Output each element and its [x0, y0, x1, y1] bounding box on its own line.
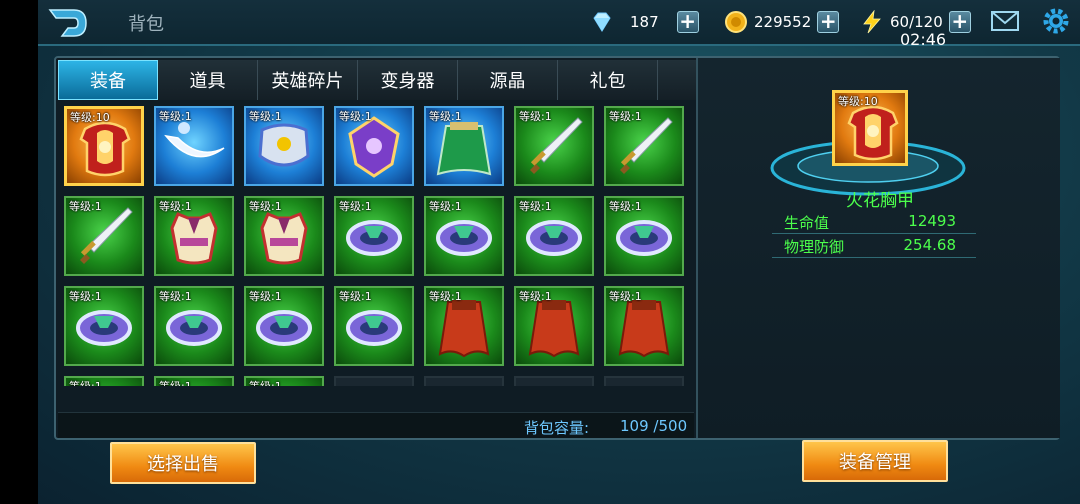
stat-label: 物理防御	[784, 238, 845, 256]
slot-level-label: 等级:1	[249, 378, 282, 386]
inventory-slot[interactable]: 等级:1	[424, 196, 504, 276]
tab-equipment[interactable]: 装备	[58, 60, 158, 100]
slot-level-label: 等级:1	[339, 290, 372, 303]
inventory-slot[interactable]: 等级:1	[64, 196, 144, 276]
selected-item-name: 火花胸甲	[846, 191, 914, 211]
stat-label: 生命值	[784, 214, 830, 232]
inventory-slot[interactable]: 等级:1	[334, 286, 414, 366]
add-diamonds-button[interactable]: +	[676, 11, 699, 33]
gold-counter: 229552 +	[724, 9, 840, 35]
stat-row-defense: 物理防御 254.68	[772, 234, 976, 258]
add-gold-button[interactable]: +	[817, 11, 840, 33]
back-button[interactable]	[46, 6, 90, 40]
item-detail-panel: 等级:10 火花胸甲 生命值 12493 物理防御 254.68	[696, 58, 1060, 438]
tab-gift-pack[interactable]: 礼包	[558, 60, 658, 100]
stat-value: 12493	[908, 212, 956, 230]
inventory-slot[interactable]: 等级:1	[604, 286, 684, 366]
add-energy-button[interactable]: +	[948, 11, 971, 33]
inventory-slot[interactable]: 等级:1	[604, 196, 684, 276]
lightning-icon	[860, 10, 884, 34]
selected-item-icon: 等级:10	[832, 90, 908, 166]
clock-readout: 02:46	[900, 30, 947, 49]
diamond-icon	[590, 10, 614, 34]
inventory-slot[interactable]	[514, 376, 594, 386]
mail-icon[interactable]	[990, 10, 1020, 32]
slot-level-label: 等级:1	[159, 290, 192, 303]
page-title: 背包	[128, 14, 164, 35]
slot-level-label: 等级:1	[159, 110, 192, 123]
inventory-grid: 等级:10 等级:1 等级:1 等级:1 等级:1 等级:1 等级:1 等级:1 等级:1 等级:…	[64, 106, 684, 386]
stat-value: 254.68	[903, 236, 957, 254]
slot-level-label: 等级:1	[69, 290, 102, 303]
slot-level-label: 等级:1	[609, 110, 642, 123]
inventory-slot[interactable]: 等级:10	[64, 106, 144, 186]
tab-hero-shards[interactable]: 英雄碎片	[258, 60, 358, 100]
selected-item-level: 等级:10	[838, 95, 878, 108]
capacity-value: 109 /500	[620, 417, 687, 435]
inventory-slot[interactable]: 等级:1	[424, 286, 504, 366]
slot-level-label: 等级:1	[249, 110, 282, 123]
tab-transformer[interactable]: 变身器	[358, 60, 458, 100]
slot-level-label: 等级:1	[339, 200, 372, 213]
category-tabs: 装备 道具 英雄碎片 变身器 源晶 礼包	[58, 60, 696, 100]
inventory-slot[interactable]: 等级:1	[514, 196, 594, 276]
inventory-slot[interactable]: 等级:1	[244, 376, 324, 386]
diamond-value: 187	[630, 13, 659, 31]
inventory-slot[interactable]: 等级:1	[424, 106, 504, 186]
inventory-slot[interactable]: 等级:1	[154, 286, 234, 366]
select-sell-button[interactable]: 选择出售	[110, 442, 256, 484]
slot-level-label: 等级:1	[159, 200, 192, 213]
tab-source-crystal[interactable]: 源晶	[458, 60, 558, 100]
slot-level-label: 等级:1	[69, 200, 102, 213]
gold-value: 229552	[754, 13, 812, 31]
inventory-slot[interactable]	[604, 376, 684, 386]
slot-level-label: 等级:1	[429, 110, 462, 123]
inventory-slot[interactable]	[424, 376, 504, 386]
inventory-slot[interactable]: 等级:1	[154, 376, 234, 386]
stat-row-hp: 生命值 12493	[772, 210, 976, 234]
inventory-slot[interactable]: 等级:1	[244, 196, 324, 276]
inventory-slot[interactable]: 等级:1	[514, 286, 594, 366]
slot-level-label: 等级:1	[159, 378, 192, 386]
inventory-slot[interactable]	[334, 376, 414, 386]
inventory-slot[interactable]: 等级:1	[604, 106, 684, 186]
inventory-slot[interactable]: 等级:1	[154, 106, 234, 186]
inventory-slot[interactable]: 等级:1	[64, 376, 144, 386]
inventory-slot[interactable]: 等级:1	[334, 106, 414, 186]
slot-level-label: 等级:1	[519, 200, 552, 213]
equipment-manage-button[interactable]: 装备管理	[802, 440, 948, 482]
slot-level-label: 等级:1	[429, 200, 462, 213]
capacity-bar: 背包容量: 109 /500	[58, 412, 694, 438]
gold-coin-icon	[724, 10, 748, 34]
slot-level-label: 等级:1	[249, 290, 282, 303]
inventory-panel: 装备 道具 英雄碎片 变身器 源晶 礼包 等级:10 等级:1 等级:1 等级:1 等级…	[54, 56, 1060, 440]
slot-level-label: 等级:1	[249, 200, 282, 213]
inventory-slot[interactable]: 等级:1	[154, 196, 234, 276]
capacity-used: 109	[620, 417, 649, 435]
slot-level-label: 等级:1	[519, 110, 552, 123]
capacity-max: /500	[653, 417, 688, 435]
inventory-slot[interactable]: 等级:1	[334, 196, 414, 276]
energy-value: 60/120	[890, 13, 943, 31]
capacity-label: 背包容量:	[524, 419, 590, 437]
inventory-slot[interactable]: 等级:1	[64, 286, 144, 366]
diamond-counter: 187 +	[590, 9, 699, 35]
slot-level-label: 等级:1	[339, 110, 372, 123]
slot-level-label: 等级:1	[609, 200, 642, 213]
top-bar: 背包 187 + 229552 + 60/120 + 02:46	[38, 0, 1080, 49]
screen-edge	[0, 0, 38, 504]
inventory-slot[interactable]: 等级:1	[244, 286, 324, 366]
inventory-slot[interactable]: 等级:1	[514, 106, 594, 186]
tab-items[interactable]: 道具	[158, 60, 258, 100]
slot-level-label: 等级:10	[70, 111, 110, 124]
slot-level-label: 等级:1	[429, 290, 462, 303]
slot-level-label: 等级:1	[519, 290, 552, 303]
slot-level-label: 等级:1	[609, 290, 642, 303]
inventory-slot[interactable]: 等级:1	[244, 106, 324, 186]
inventory-screen: 背包 187 + 229552 + 60/120 + 02:46 装备 道具 英…	[38, 0, 1080, 504]
gear-icon[interactable]	[1040, 5, 1072, 37]
slot-level-label: 等级:1	[69, 378, 102, 386]
back-arrow-icon	[48, 9, 87, 37]
